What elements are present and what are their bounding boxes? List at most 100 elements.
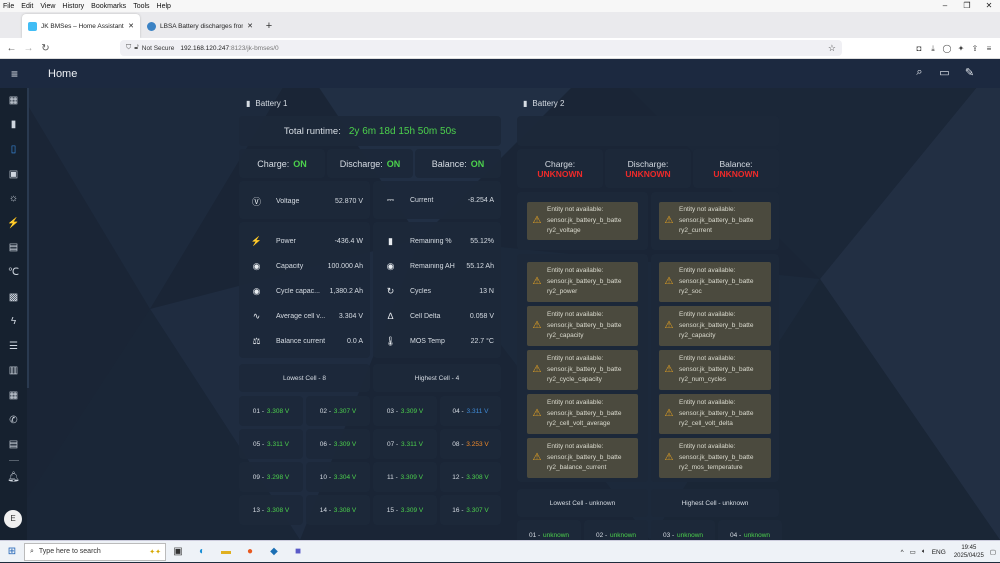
entity-unavailable-warning[interactable]: ⚠ Entity not available: sensor.jk_battery_… (659, 394, 771, 434)
lowest-cell-card[interactable]: Lowest Cell - 8 (239, 364, 370, 392)
cell-voltage-tile[interactable]: 08 - 3.253 V (440, 429, 501, 459)
menu-item-bookmarks[interactable]: Bookmarks (91, 3, 126, 10)
balance-status-card[interactable]: Balance: ON (415, 149, 501, 178)
language-indicator[interactable]: ENG (932, 549, 946, 556)
cell-voltage-tile[interactable]: 02 - 3.307 V (306, 396, 370, 426)
volume-icon[interactable]: 🔈︎ (922, 548, 926, 556)
cell-voltage-tile[interactable]: 03 - unknown (651, 520, 715, 540)
search-icon[interactable]: ⌕ (907, 66, 932, 79)
entity-unavailable-warning[interactable]: ⚠ Entity not available: sensor.jk_battery_… (659, 262, 771, 302)
pocket-icon[interactable]: ◘ (912, 44, 926, 53)
cell-voltage-tile[interactable]: 07 - 3.311 V (373, 429, 437, 459)
teams-icon[interactable]: ■ (286, 543, 310, 561)
stat-row[interactable]: ⚡ Power -436.4 W (250, 236, 363, 247)
devices-icon[interactable]: ▤ (0, 236, 27, 261)
app-menu-icon[interactable]: ≡ (982, 44, 996, 53)
cell-voltage-tile[interactable]: 15 - 3.309 V (373, 495, 437, 525)
restore-button[interactable]: ❐ (956, 0, 978, 12)
cell-voltage-tile[interactable]: 04 - 3.311 V (440, 396, 501, 426)
cell-voltage-tile[interactable]: 09 - 3.298 V (239, 462, 303, 492)
menu-item-file[interactable]: File (3, 3, 14, 10)
hamburger-menu-icon[interactable]: ≡ (0, 67, 29, 81)
menu-item-help[interactable]: Help (157, 3, 171, 10)
notifications-icon[interactable]: ▢ (990, 548, 996, 556)
app-icon[interactable]: ◆ (262, 543, 286, 561)
insecure-lock-icon[interactable]: 🔓︎ (134, 44, 139, 52)
account-box-icon[interactable]: ▣ (0, 162, 27, 187)
entity-unavailable-warning[interactable]: ⚠ Entity not available: sensor.jk_battery_… (527, 350, 638, 390)
ev-charger-icon[interactable]: ⚡ (0, 211, 27, 236)
browser-tab-ha[interactable]: JK BMSes – Home Assistant ✕ (22, 14, 140, 38)
cell-voltage-tile[interactable]: 10 - 3.304 V (306, 462, 370, 492)
cell-voltage-tile[interactable]: 14 - 3.308 V (306, 495, 370, 525)
stat-row[interactable]: ◉ Cycle capac... 1,380.2 Ah (250, 286, 363, 297)
stat-row[interactable]: ⚖ Balance current 0.0 A (250, 336, 363, 347)
current-row[interactable]: ⎓ Current -8.254 A (384, 195, 494, 206)
calendar-icon[interactable]: ▦ (0, 383, 27, 408)
history-icon[interactable]: ▤ (0, 432, 27, 457)
stat-row[interactable]: ◉ Remaining AH 55.12 Ah (384, 261, 494, 272)
battery2-lowest-cell-card[interactable]: Lowest Cell - unknown (517, 489, 648, 517)
cell-voltage-tile[interactable]: 11 - 3.309 V (373, 462, 437, 492)
cell-voltage-tile[interactable]: 02 - unknown (584, 520, 648, 540)
cell-voltage-tile[interactable]: 13 - 3.308 V (239, 495, 303, 525)
stat-row[interactable]: ↻ Cycles 13 N (384, 286, 494, 297)
entity-unavailable-warning[interactable]: ⚠ Entity not available: sensor.jk_battery_… (527, 306, 638, 346)
list-icon[interactable]: ☰ (0, 334, 27, 359)
stat-row[interactable]: ∆ Cell Delta 0.058 V (384, 311, 494, 321)
extensions-icon[interactable]: ✦ (954, 44, 968, 53)
entity-unavailable-warning[interactable]: ⚠ Entity not available: sensor.jk_battery_… (527, 438, 638, 478)
new-tab-button[interactable]: + (260, 14, 278, 38)
temperature-icon[interactable]: ℃ (0, 260, 27, 285)
stat-row[interactable]: 🌡 MOS Temp 22.7 °C (384, 336, 494, 347)
entity-unavailable-warning[interactable]: ⚠ Entity not available: sensor.jk_battery_… (527, 202, 638, 240)
menu-item-edit[interactable]: Edit (21, 3, 33, 10)
edit-pencil-icon[interactable]: ✎ (957, 66, 982, 79)
notifications-bell-icon[interactable]: 🔔︎ (0, 465, 27, 490)
close-window-button[interactable]: ✕ (978, 0, 1000, 12)
cell-voltage-tile[interactable]: 04 - unknown (718, 520, 782, 540)
close-tab-icon[interactable]: ✕ (247, 22, 253, 30)
cell-voltage-tile[interactable]: 12 - 3.308 V (440, 462, 501, 492)
cell-voltage-tile[interactable]: 06 - 3.309 V (306, 429, 370, 459)
entity-unavailable-warning[interactable]: ⚠ Entity not available: sensor.jk_battery_… (659, 202, 771, 240)
stat-row[interactable]: ◉ Capacity 100.000 Ah (250, 261, 363, 272)
assist-chat-icon[interactable]: ▭ (932, 66, 957, 79)
taskbar-search-input[interactable]: ⌕ Type here to search ✦✦ (24, 542, 166, 561)
firefox-icon[interactable]: ● (238, 543, 262, 561)
sidebar-scrollbar[interactable] (27, 88, 29, 388)
grid-icon[interactable]: ▩ (0, 285, 27, 310)
menu-item-history[interactable]: History (62, 3, 84, 10)
close-tab-icon[interactable]: ✕ (128, 22, 134, 30)
downloads-icon[interactable]: ⤓ (926, 44, 940, 54)
charge-status-card[interactable]: Charge: ON (239, 149, 325, 178)
runtime-card[interactable]: Total runtime: 2y 6m 18d 15h 50m 50s (239, 116, 501, 146)
cell-voltage-tile[interactable]: 05 - 3.311 V (239, 429, 303, 459)
battery-alt-icon[interactable]: ▯ (0, 137, 27, 162)
entity-unavailable-warning[interactable]: ⚠ Entity not available: sensor.jk_battery_… (527, 262, 638, 302)
battery2-runtime-card[interactable] (517, 116, 779, 146)
menu-item-view[interactable]: View (40, 3, 55, 10)
stat-row[interactable]: ▮ Remaining % 55.12% (384, 236, 494, 247)
task-view-icon[interactable]: ▣ (166, 543, 190, 561)
solar-icon[interactable]: ☼ (0, 186, 27, 211)
menu-item-tools[interactable]: Tools (133, 3, 149, 10)
share-icon[interactable]: ⇪ (968, 44, 982, 53)
shield-icon[interactable]: ⛉ (126, 44, 131, 52)
entity-unavailable-warning[interactable]: ⚠ Entity not available: sensor.jk_battery_… (659, 438, 771, 478)
voltage-row[interactable]: Ⓥ Voltage 52.870 V (250, 195, 363, 208)
highest-cell-card[interactable]: Highest Cell - 4 (373, 364, 501, 392)
battery2-balance-card[interactable]: Balance: UNKNOWN (693, 149, 779, 188)
dashboard-icon[interactable]: ▦ (0, 88, 27, 113)
flash-icon[interactable]: ϟ (0, 309, 27, 334)
file-explorer-icon[interactable]: ▬ (214, 543, 238, 561)
windows-start-icon[interactable]: ⊞ (0, 546, 24, 557)
url-bar[interactable]: ⛉ 🔓︎ Not Secure 192.168.120.247 :8123/jk… (120, 40, 842, 56)
cell-voltage-tile[interactable]: 01 - 3.308 V (239, 396, 303, 426)
cell-voltage-tile[interactable]: 01 - unknown (517, 520, 581, 540)
bookmark-star-icon[interactable]: ☆ (828, 43, 836, 54)
minimize-button[interactable]: – (934, 0, 956, 12)
chart-icon[interactable]: ▥ (0, 359, 27, 384)
clock[interactable]: 19:45 2025/04/25 (954, 544, 984, 560)
forward-icon[interactable]: → (20, 43, 37, 54)
